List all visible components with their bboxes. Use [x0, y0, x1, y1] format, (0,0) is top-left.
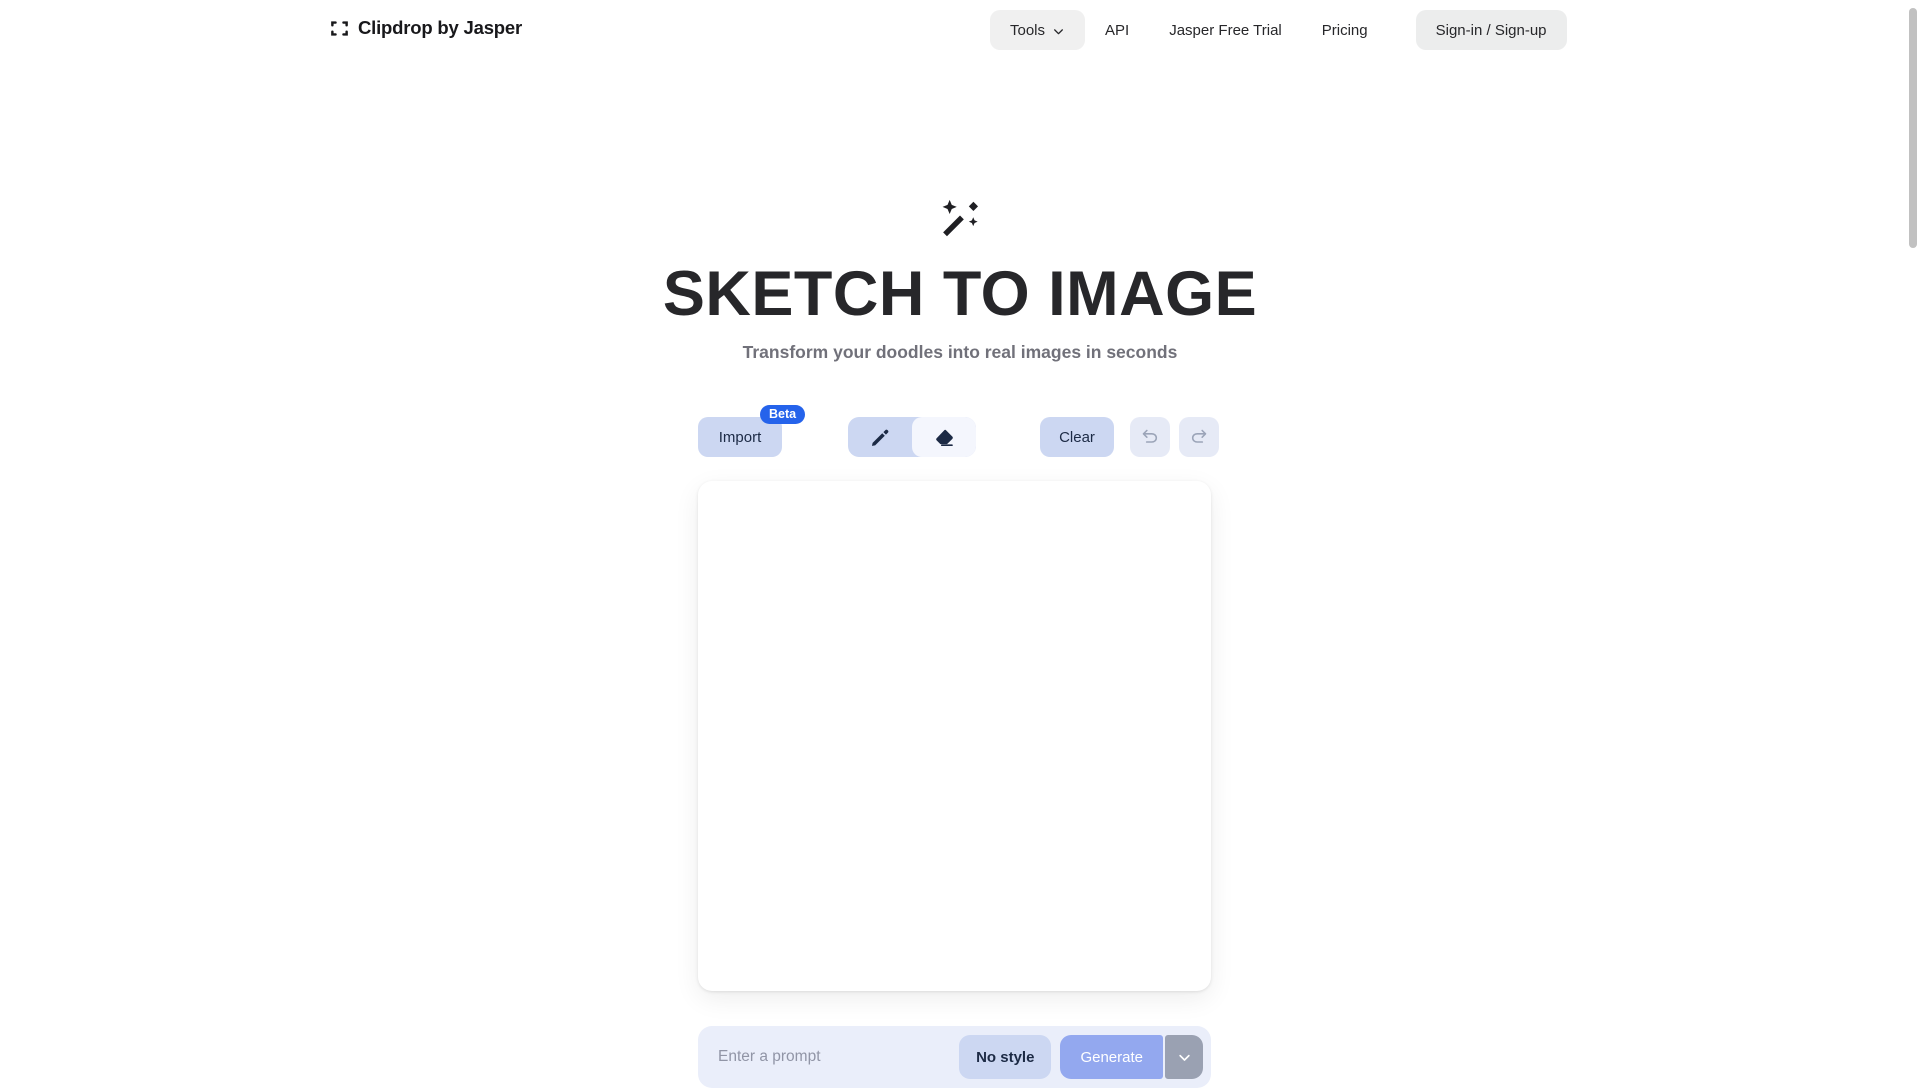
generate-label: Generate	[1080, 1048, 1143, 1066]
nav-item-api[interactable]: API	[1085, 10, 1149, 50]
top-navbar: Clipdrop by Jasper Tools API Jasper Free…	[0, 0, 1920, 60]
nav-item-label: Jasper Free Trial	[1169, 21, 1282, 39]
clear-label: Clear	[1059, 428, 1095, 446]
crop-brackets-icon	[330, 18, 349, 38]
chevron-down-icon	[1177, 1050, 1192, 1065]
style-selector-button[interactable]: No style	[959, 1035, 1052, 1079]
nav-item-pricing[interactable]: Pricing	[1302, 10, 1388, 50]
tool-segmented-control	[848, 417, 976, 457]
page-scrollbar[interactable]	[1905, 0, 1920, 1080]
page-subtitle: Transform your doodles into real images …	[742, 342, 1178, 363]
nav-item-tools[interactable]: Tools	[990, 10, 1086, 50]
eraser-icon	[934, 427, 955, 448]
generate-button[interactable]: Generate	[1060, 1035, 1163, 1079]
sign-in-sign-up-button[interactable]: Sign-in / Sign-up	[1415, 10, 1567, 50]
hero-section: SKETCH TO IMAGE Transform your doodles i…	[0, 196, 1920, 363]
nav-item-label: API	[1105, 21, 1130, 39]
scrollbar-thumb[interactable]	[1909, 8, 1917, 248]
sign-in-label: Sign-in / Sign-up	[1435, 21, 1547, 39]
undo-icon	[1140, 427, 1160, 447]
nav-links: Tools API Jasper Free Trial Pricing Sign…	[990, 9, 1567, 51]
eraser-tool-button[interactable]	[912, 417, 976, 457]
brand-title: Clipdrop by Jasper	[358, 17, 522, 38]
generate-options-button[interactable]	[1165, 1035, 1203, 1079]
prompt-bar: No style Generate	[698, 1026, 1211, 1088]
pencil-icon	[870, 427, 891, 448]
import-label: Import	[718, 428, 762, 446]
magic-wand-icon	[937, 199, 983, 246]
prompt-input[interactable]	[718, 1034, 960, 1080]
brand-logo-link[interactable]: Clipdrop by Jasper	[330, 17, 522, 39]
beta-badge: Beta	[760, 405, 806, 425]
nav-item-jasper-free-trial[interactable]: Jasper Free Trial	[1149, 10, 1302, 50]
redo-icon	[1189, 427, 1209, 447]
style-label: No style	[976, 1048, 1035, 1066]
nav-item-label: Tools	[1010, 21, 1046, 39]
clear-button[interactable]: Clear	[1040, 417, 1114, 457]
chevron-down-icon	[1052, 23, 1065, 38]
nav-item-label: Pricing	[1321, 21, 1368, 39]
drawing-canvas[interactable]	[698, 481, 1211, 991]
undo-button[interactable]	[1130, 417, 1170, 457]
redo-button[interactable]	[1179, 417, 1219, 457]
sketch-toolbar: Import Beta Clear	[698, 405, 1222, 458]
pencil-tool-button[interactable]	[848, 417, 912, 457]
page-title: SKETCH TO IMAGE	[662, 259, 1258, 329]
